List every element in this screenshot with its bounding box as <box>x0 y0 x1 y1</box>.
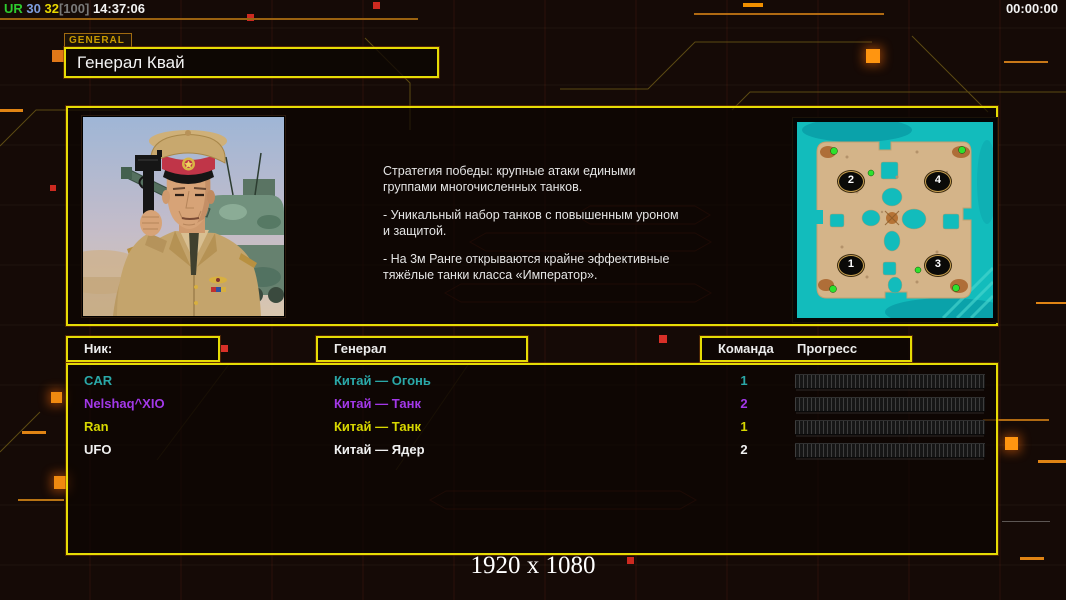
general-tag: GENERAL <box>64 33 132 48</box>
stat-value-1: 30 <box>26 1 41 16</box>
decor-line <box>1002 521 1050 522</box>
player-team: 1 <box>740 419 748 434</box>
player-rows: CAR Китай — Огонь 1 Nelshaq^XIO Китай — Танк… <box>68 370 996 462</box>
system-time: 14:37:06 <box>92 1 145 16</box>
decor-line <box>0 109 23 112</box>
decor-square <box>51 392 62 403</box>
decor-line <box>743 3 763 7</box>
start-position-marker: 4 <box>924 171 951 193</box>
decor-square <box>1005 437 1018 450</box>
progress-header-label: Прогресс <box>797 341 858 356</box>
decor-line <box>18 499 64 501</box>
general-name: Генерал Квай <box>77 53 185 72</box>
progress-bar <box>795 397 985 412</box>
player-general: Китай — Танк <box>334 396 421 411</box>
player-nick: CAR <box>84 373 113 388</box>
player-nick: Ran <box>84 419 109 434</box>
decor-square <box>866 49 880 63</box>
table-row: Ran Китай — Танк 1 <box>68 416 996 439</box>
decor-square <box>50 185 56 191</box>
match-timer: 00:00:00 <box>1005 1 1058 16</box>
minimap-terrain <box>797 122 993 318</box>
team-header-label: Команда <box>718 341 774 356</box>
column-header-nick: Ник: <box>66 336 220 362</box>
general-header-label: Генерал <box>334 341 387 356</box>
status-bar: UR 30 32[100] 14:37:06 <box>4 1 145 16</box>
table-row: Nelshaq^XIO Китай — Танк 2 <box>68 393 996 416</box>
general-info-panel: Стратегия победы: крупные атаки едиными … <box>66 106 998 326</box>
table-row: CAR Китай — Огонь 1 <box>68 370 996 393</box>
start-position-marker: 2 <box>837 171 864 193</box>
player-team: 2 <box>740 442 748 457</box>
start-position-marker: 1 <box>837 254 864 276</box>
progress-bar <box>795 374 985 389</box>
decor-line <box>0 18 418 20</box>
player-team: 1 <box>740 373 748 388</box>
minimap: 2 4 1 3 <box>792 117 998 323</box>
decor-square <box>373 2 380 9</box>
loading-screen: UR 30 32[100] 14:37:06 00:00:00 GENERAL … <box>0 0 1066 600</box>
decor-line <box>1038 460 1066 463</box>
player-nick: Nelshaq^XIO <box>84 396 165 411</box>
description-paragraph: Стратегия победы: крупные атаки едиными … <box>383 164 636 194</box>
stat-value-2: 32 <box>44 1 59 16</box>
decor-line <box>1004 61 1048 63</box>
table-row: UFO Китай — Ядер 2 <box>68 439 996 462</box>
resolution-label: 1920 x 1080 <box>470 552 596 579</box>
decor-square <box>52 50 64 62</box>
column-header-team-progress: Команда Прогресс <box>700 336 912 362</box>
player-general: Китай — Огонь <box>334 373 431 388</box>
nick-header-label: Ник: <box>84 341 113 356</box>
player-general: Китай — Ядер <box>334 442 425 457</box>
progress-bar <box>795 443 985 458</box>
description-paragraph: - На 3м Ранге открываются крайне эффекти… <box>383 252 670 282</box>
strategy-description: Стратегия победы: крупные атаки едиными … <box>383 163 703 295</box>
decor-line <box>1036 302 1066 304</box>
player-team: 2 <box>740 396 748 411</box>
player-list-panel: CAR Китай — Огонь 1 Nelshaq^XIO Китай — Танк… <box>66 363 998 555</box>
fps-label: UR <box>4 1 23 16</box>
decor-line <box>694 13 884 15</box>
progress-bar <box>795 420 985 435</box>
player-general: Китай — Танк <box>334 419 421 434</box>
description-paragraph: - Уникальный набор танков с повышенным у… <box>383 208 679 238</box>
decor-line <box>22 431 46 434</box>
decor-square <box>221 345 228 352</box>
player-nick: UFO <box>84 442 112 457</box>
decor-square <box>659 335 667 343</box>
column-header-general: Генерал <box>316 336 528 362</box>
page-title: Генерал Квай <box>64 47 439 78</box>
general-portrait <box>81 115 286 318</box>
stat-value-3: [100] <box>58 1 90 16</box>
start-position-marker: 3 <box>924 254 951 276</box>
